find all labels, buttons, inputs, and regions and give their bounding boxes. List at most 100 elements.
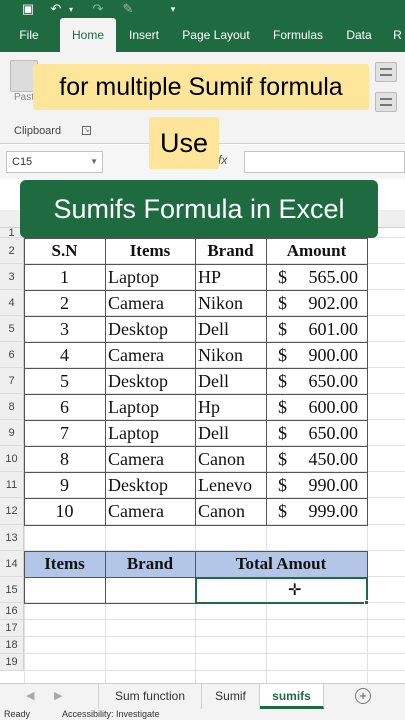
cell-amount[interactable]: 601.00 — [296, 316, 359, 342]
undo-dropdown-icon[interactable]: ▾ — [66, 1, 76, 17]
cell-amount[interactable]: 902.00 — [296, 290, 359, 316]
cell-item[interactable]: Desktop — [108, 316, 194, 342]
next-sheet-icon[interactable]: ▶ — [54, 689, 62, 702]
summary-header-brand[interactable]: Brand — [105, 551, 195, 577]
cell-item[interactable]: Laptop — [108, 394, 194, 420]
undo-icon[interactable]: ↶ — [48, 1, 64, 17]
save-icon[interactable]: ▣ — [20, 1, 36, 17]
cell-amount[interactable]: 650.00 — [296, 420, 359, 446]
cell-sn[interactable]: 7 — [24, 420, 105, 446]
cell-sn[interactable]: 3 — [24, 316, 105, 342]
cell-sn[interactable]: 1 — [24, 264, 105, 290]
cell-item[interactable]: Camera — [108, 446, 194, 472]
header-cell-items[interactable]: Items — [105, 238, 195, 264]
row-header-13[interactable]: 13 — [0, 525, 24, 551]
cell-item[interactable]: Camera — [108, 290, 194, 316]
cell-sn[interactable]: 8 — [24, 446, 105, 472]
sheet-tab-sumif[interactable]: Sumif — [202, 684, 260, 709]
name-box[interactable]: C15 ▼ — [6, 151, 103, 173]
row-header-16[interactable]: 16 — [0, 603, 24, 620]
cell-sn[interactable]: 9 — [24, 472, 105, 498]
cell-sn[interactable]: 6 — [24, 394, 105, 420]
cell-brand[interactable]: Nikon — [198, 290, 266, 316]
tab-review[interactable]: R — [390, 18, 405, 52]
row-header-8[interactable]: 8 — [0, 394, 24, 420]
row-header-3[interactable]: 3 — [0, 264, 24, 290]
tab-insert[interactable]: Insert — [122, 18, 166, 52]
cell-brand[interactable]: Canon — [198, 498, 266, 525]
sheet-tab-sumifs[interactable]: sumifs — [260, 684, 324, 709]
customize-toolbar-icon[interactable]: ▾ — [168, 1, 178, 17]
row-header-9[interactable]: 9 — [0, 420, 24, 446]
row-header-5[interactable]: 5 — [0, 316, 24, 342]
cell-item[interactable]: Laptop — [108, 264, 194, 290]
cell-item[interactable]: Camera — [108, 498, 194, 525]
accessibility-status[interactable]: Accessibility: Investigate — [62, 709, 160, 719]
summary-header-total[interactable]: Total Amout — [195, 551, 367, 577]
cell-brand[interactable]: Hp — [198, 394, 266, 420]
tab-formulas[interactable]: Formulas — [268, 18, 328, 52]
row-header-4[interactable]: 4 — [0, 290, 24, 316]
cell-brand[interactable]: Dell — [198, 316, 266, 342]
sheet-tab-bar: ◀ ▶ Sum function Sumif sumifs + — [0, 683, 405, 709]
cell-item[interactable]: Desktop — [108, 368, 194, 394]
wrap-text-icon[interactable] — [375, 92, 397, 112]
row-header-7[interactable]: 7 — [0, 368, 24, 394]
row-header-18[interactable]: 18 — [0, 637, 24, 654]
tab-data[interactable]: Data — [340, 18, 378, 52]
header-cell-brand[interactable]: Brand — [195, 238, 266, 264]
cell-item[interactable]: Laptop — [108, 420, 194, 446]
format-painter-icon[interactable]: ✎ — [120, 1, 136, 17]
cell-sn[interactable]: 4 — [24, 342, 105, 368]
cell-brand[interactable]: Dell — [198, 420, 266, 446]
row-header-14[interactable]: 14 — [0, 551, 24, 577]
cell-amount[interactable]: 600.00 — [296, 394, 359, 420]
cell-amount[interactable]: 450.00 — [296, 446, 359, 472]
row-header-11[interactable]: 11 — [0, 472, 24, 498]
row-header-12[interactable]: 12 — [0, 498, 24, 525]
cell-amount[interactable]: 990.00 — [296, 472, 359, 498]
row-gridline — [24, 653, 405, 654]
header-cell-amount[interactable]: Amount — [266, 238, 367, 264]
cell-amount[interactable]: 565.00 — [296, 264, 359, 290]
selected-cell[interactable] — [195, 577, 368, 604]
cell-sn[interactable]: 2 — [24, 290, 105, 316]
cell-sn[interactable]: 10 — [24, 498, 105, 525]
status-ready: Ready — [4, 709, 31, 719]
cell-brand[interactable]: Lenevo — [198, 472, 266, 498]
cell-item[interactable]: Camera — [108, 342, 194, 368]
cell-amount[interactable]: 900.00 — [296, 342, 359, 368]
cell-brand[interactable]: Dell — [198, 368, 266, 394]
row-header-17[interactable]: 17 — [0, 620, 24, 637]
tab-home[interactable]: Home — [60, 18, 116, 52]
cell-sn[interactable]: 5 — [24, 368, 105, 394]
row-header-10[interactable]: 10 — [0, 446, 24, 472]
cell-amount[interactable]: 650.00 — [296, 368, 359, 394]
formula-input[interactable] — [244, 151, 405, 173]
row-header-2[interactable]: 2 — [0, 238, 24, 264]
header-cell-sn[interactable]: S.N — [24, 238, 105, 264]
align-icon[interactable] — [375, 62, 397, 82]
cell-item[interactable]: Desktop — [108, 472, 194, 498]
cell-brand[interactable]: Canon — [198, 446, 266, 472]
clipboard-launcher-icon[interactable]: ↘ — [82, 126, 91, 135]
name-box-dropdown-icon[interactable]: ▼ — [90, 152, 98, 172]
cell-brand[interactable]: Nikon — [198, 342, 266, 368]
tab-page-layout[interactable]: Page Layout — [178, 18, 254, 52]
cell-currency: $ — [278, 293, 287, 313]
fill-handle[interactable] — [364, 600, 369, 605]
insert-function-icon[interactable]: fx — [218, 153, 227, 167]
row-header-6[interactable]: 6 — [0, 342, 24, 368]
redo-icon[interactable]: ↷ — [90, 1, 106, 17]
row-gridline — [24, 670, 405, 671]
tab-file[interactable]: File — [8, 18, 50, 52]
summary-header-items[interactable]: Items — [24, 551, 105, 577]
row-gridline — [24, 619, 405, 620]
cell-amount[interactable]: 999.00 — [296, 498, 359, 525]
prev-sheet-icon[interactable]: ◀ — [26, 689, 34, 702]
sheet-tab-sum-function[interactable]: Sum function — [98, 684, 202, 709]
row-header-19[interactable]: 19 — [0, 654, 24, 671]
row-header-15[interactable]: 15 — [0, 577, 24, 603]
add-sheet-icon[interactable]: + — [355, 688, 371, 704]
cell-brand[interactable]: HP — [198, 264, 266, 290]
